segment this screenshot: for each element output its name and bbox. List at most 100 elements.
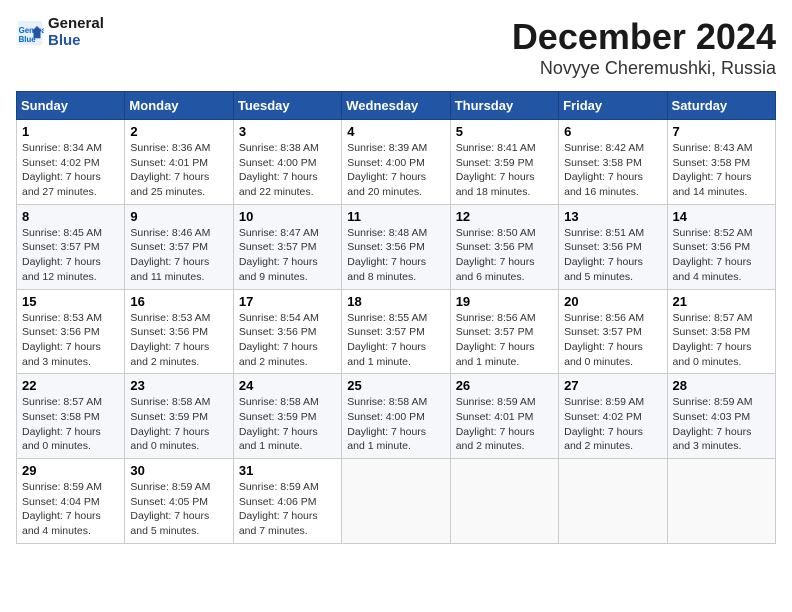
calendar-cell: 25 Sunrise: 8:58 AMSunset: 4:00 PMDayligh… bbox=[342, 374, 450, 459]
calendar-week-row: 1 Sunrise: 8:34 AMSunset: 4:02 PMDaylight… bbox=[17, 120, 776, 205]
day-number: 8 bbox=[22, 209, 119, 224]
day-info: Sunrise: 8:51 AMSunset: 3:56 PMDaylight:… bbox=[564, 226, 661, 285]
calendar-cell: 11 Sunrise: 8:48 AMSunset: 3:56 PMDayligh… bbox=[342, 204, 450, 289]
day-number: 12 bbox=[456, 209, 553, 224]
day-info: Sunrise: 8:58 AMSunset: 4:00 PMDaylight:… bbox=[347, 395, 444, 454]
title-area: December 2024 Novyye Cheremushki, Russia bbox=[512, 16, 776, 79]
calendar-cell: 2Sunrise: 8:36 AMSunset: 4:01 PMDaylight… bbox=[125, 120, 233, 205]
calendar-cell: 8 Sunrise: 8:45 AMSunset: 3:57 PMDaylight… bbox=[17, 204, 125, 289]
calendar-cell: 15 Sunrise: 8:53 AMSunset: 3:56 PMDayligh… bbox=[17, 289, 125, 374]
day-info: Sunrise: 8:50 AMSunset: 3:56 PMDaylight:… bbox=[456, 226, 553, 285]
day-number: 29 bbox=[22, 463, 119, 478]
day-info: Sunrise: 8:59 AMSunset: 4:04 PMDaylight:… bbox=[22, 480, 119, 539]
day-info: Sunrise: 8:59 AMSunset: 4:01 PMDaylight:… bbox=[456, 395, 553, 454]
day-info: Sunrise: 8:54 AMSunset: 3:56 PMDaylight:… bbox=[239, 311, 336, 370]
calendar-cell: 29 Sunrise: 8:59 AMSunset: 4:04 PMDayligh… bbox=[17, 459, 125, 544]
logo-icon: General Blue bbox=[16, 19, 44, 47]
day-number: 30 bbox=[130, 463, 227, 478]
day-number: 5 bbox=[456, 124, 553, 139]
day-info: Sunrise: 8:45 AMSunset: 3:57 PMDaylight:… bbox=[22, 226, 119, 285]
day-number: 10 bbox=[239, 209, 336, 224]
day-number: 1 bbox=[22, 124, 119, 139]
day-info: Sunrise: 8:39 AMSunset: 4:00 PMDaylight:… bbox=[347, 141, 444, 200]
day-info: Sunrise: 8:52 AMSunset: 3:56 PMDaylight:… bbox=[673, 226, 770, 285]
day-info: Sunrise: 8:48 AMSunset: 3:56 PMDaylight:… bbox=[347, 226, 444, 285]
day-number: 27 bbox=[564, 378, 661, 393]
calendar-cell: 31 Sunrise: 8:59 AMSunset: 4:06 PMDayligh… bbox=[233, 459, 341, 544]
calendar-cell bbox=[667, 459, 775, 544]
calendar-cell: 3 Sunrise: 8:38 AMSunset: 4:00 PMDaylight… bbox=[233, 120, 341, 205]
day-info: Sunrise: 8:57 AMSunset: 3:58 PMDaylight:… bbox=[673, 311, 770, 370]
calendar-cell: 12 Sunrise: 8:50 AMSunset: 3:56 PMDayligh… bbox=[450, 204, 558, 289]
calendar-week-row: 22 Sunrise: 8:57 AMSunset: 3:58 PMDayligh… bbox=[17, 374, 776, 459]
calendar-cell: 27 Sunrise: 8:59 AMSunset: 4:02 PMDayligh… bbox=[559, 374, 667, 459]
day-info: Sunrise: 8:34 AMSunset: 4:02 PMDaylight:… bbox=[22, 141, 119, 200]
day-info: Sunrise: 8:58 AMSunset: 3:59 PMDaylight:… bbox=[239, 395, 336, 454]
calendar-header-row: SundayMondayTuesdayWednesdayThursdayFrid… bbox=[17, 92, 776, 120]
day-number: 11 bbox=[347, 209, 444, 224]
day-info: Sunrise: 8:58 AMSunset: 3:59 PMDaylight:… bbox=[130, 395, 227, 454]
day-info: Sunrise: 8:53 AMSunset: 3:56 PMDaylight:… bbox=[22, 311, 119, 370]
calendar-cell: 19 Sunrise: 8:56 AMSunset: 3:57 PMDayligh… bbox=[450, 289, 558, 374]
day-info: Sunrise: 8:55 AMSunset: 3:57 PMDaylight:… bbox=[347, 311, 444, 370]
day-number: 31 bbox=[239, 463, 336, 478]
day-number: 16 bbox=[130, 294, 227, 309]
day-number: 22 bbox=[22, 378, 119, 393]
calendar-cell: 9 Sunrise: 8:46 AMSunset: 3:57 PMDaylight… bbox=[125, 204, 233, 289]
day-header-friday: Friday bbox=[559, 92, 667, 120]
page-header: General Blue General Blue December 2024 … bbox=[16, 16, 776, 79]
calendar-cell bbox=[450, 459, 558, 544]
calendar-cell: 4 Sunrise: 8:39 AMSunset: 4:00 PMDaylight… bbox=[342, 120, 450, 205]
calendar-table: SundayMondayTuesdayWednesdayThursdayFrid… bbox=[16, 91, 776, 544]
day-info: Sunrise: 8:36 AMSunset: 4:01 PMDaylight:… bbox=[130, 141, 227, 200]
day-info: Sunrise: 8:53 AMSunset: 3:56 PMDaylight:… bbox=[130, 311, 227, 370]
month-title: December 2024 bbox=[512, 16, 776, 58]
day-info: Sunrise: 8:42 AMSunset: 3:58 PMDaylight:… bbox=[564, 141, 661, 200]
day-number: 20 bbox=[564, 294, 661, 309]
day-info: Sunrise: 8:56 AMSunset: 3:57 PMDaylight:… bbox=[456, 311, 553, 370]
day-number: 9 bbox=[130, 209, 227, 224]
calendar-cell: 16 Sunrise: 8:53 AMSunset: 3:56 PMDayligh… bbox=[125, 289, 233, 374]
day-number: 13 bbox=[564, 209, 661, 224]
calendar-cell bbox=[559, 459, 667, 544]
day-info: Sunrise: 8:59 AMSunset: 4:02 PMDaylight:… bbox=[564, 395, 661, 454]
calendar-cell: 14 Sunrise: 8:52 AMSunset: 3:56 PMDayligh… bbox=[667, 204, 775, 289]
day-info: Sunrise: 8:38 AMSunset: 4:00 PMDaylight:… bbox=[239, 141, 336, 200]
day-number: 15 bbox=[22, 294, 119, 309]
logo-text-line1: General bbox=[48, 16, 104, 33]
day-info: Sunrise: 8:57 AMSunset: 3:58 PMDaylight:… bbox=[22, 395, 119, 454]
calendar-cell: 24 Sunrise: 8:58 AMSunset: 3:59 PMDayligh… bbox=[233, 374, 341, 459]
day-number: 25 bbox=[347, 378, 444, 393]
day-number: 19 bbox=[456, 294, 553, 309]
day-header-wednesday: Wednesday bbox=[342, 92, 450, 120]
calendar-week-row: 15 Sunrise: 8:53 AMSunset: 3:56 PMDayligh… bbox=[17, 289, 776, 374]
calendar-cell: 21 Sunrise: 8:57 AMSunset: 3:58 PMDayligh… bbox=[667, 289, 775, 374]
day-number: 7 bbox=[673, 124, 770, 139]
day-info: Sunrise: 8:47 AMSunset: 3:57 PMDaylight:… bbox=[239, 226, 336, 285]
calendar-cell: 6 Sunrise: 8:42 AMSunset: 3:58 PMDaylight… bbox=[559, 120, 667, 205]
day-info: Sunrise: 8:46 AMSunset: 3:57 PMDaylight:… bbox=[130, 226, 227, 285]
day-info: Sunrise: 8:56 AMSunset: 3:57 PMDaylight:… bbox=[564, 311, 661, 370]
calendar-cell: 17Sunrise: 8:54 AMSunset: 3:56 PMDayligh… bbox=[233, 289, 341, 374]
day-number: 6 bbox=[564, 124, 661, 139]
day-number: 21 bbox=[673, 294, 770, 309]
calendar-cell: 22 Sunrise: 8:57 AMSunset: 3:58 PMDayligh… bbox=[17, 374, 125, 459]
day-info: Sunrise: 8:59 AMSunset: 4:06 PMDaylight:… bbox=[239, 480, 336, 539]
day-number: 23 bbox=[130, 378, 227, 393]
calendar-cell: 30Sunrise: 8:59 AMSunset: 4:05 PMDayligh… bbox=[125, 459, 233, 544]
logo-text-line2: Blue bbox=[48, 33, 104, 50]
calendar-cell: 1 Sunrise: 8:34 AMSunset: 4:02 PMDaylight… bbox=[17, 120, 125, 205]
calendar-cell bbox=[342, 459, 450, 544]
day-number: 4 bbox=[347, 124, 444, 139]
day-info: Sunrise: 8:43 AMSunset: 3:58 PMDaylight:… bbox=[673, 141, 770, 200]
day-number: 14 bbox=[673, 209, 770, 224]
day-number: 3 bbox=[239, 124, 336, 139]
day-number: 24 bbox=[239, 378, 336, 393]
day-number: 28 bbox=[673, 378, 770, 393]
calendar-cell: 23 Sunrise: 8:58 AMSunset: 3:59 PMDayligh… bbox=[125, 374, 233, 459]
day-info: Sunrise: 8:59 AMSunset: 4:03 PMDaylight:… bbox=[673, 395, 770, 454]
calendar-cell: 28 Sunrise: 8:59 AMSunset: 4:03 PMDayligh… bbox=[667, 374, 775, 459]
day-info: Sunrise: 8:41 AMSunset: 3:59 PMDaylight:… bbox=[456, 141, 553, 200]
calendar-cell: 20 Sunrise: 8:56 AMSunset: 3:57 PMDayligh… bbox=[559, 289, 667, 374]
calendar-cell: 10 Sunrise: 8:47 AMSunset: 3:57 PMDayligh… bbox=[233, 204, 341, 289]
